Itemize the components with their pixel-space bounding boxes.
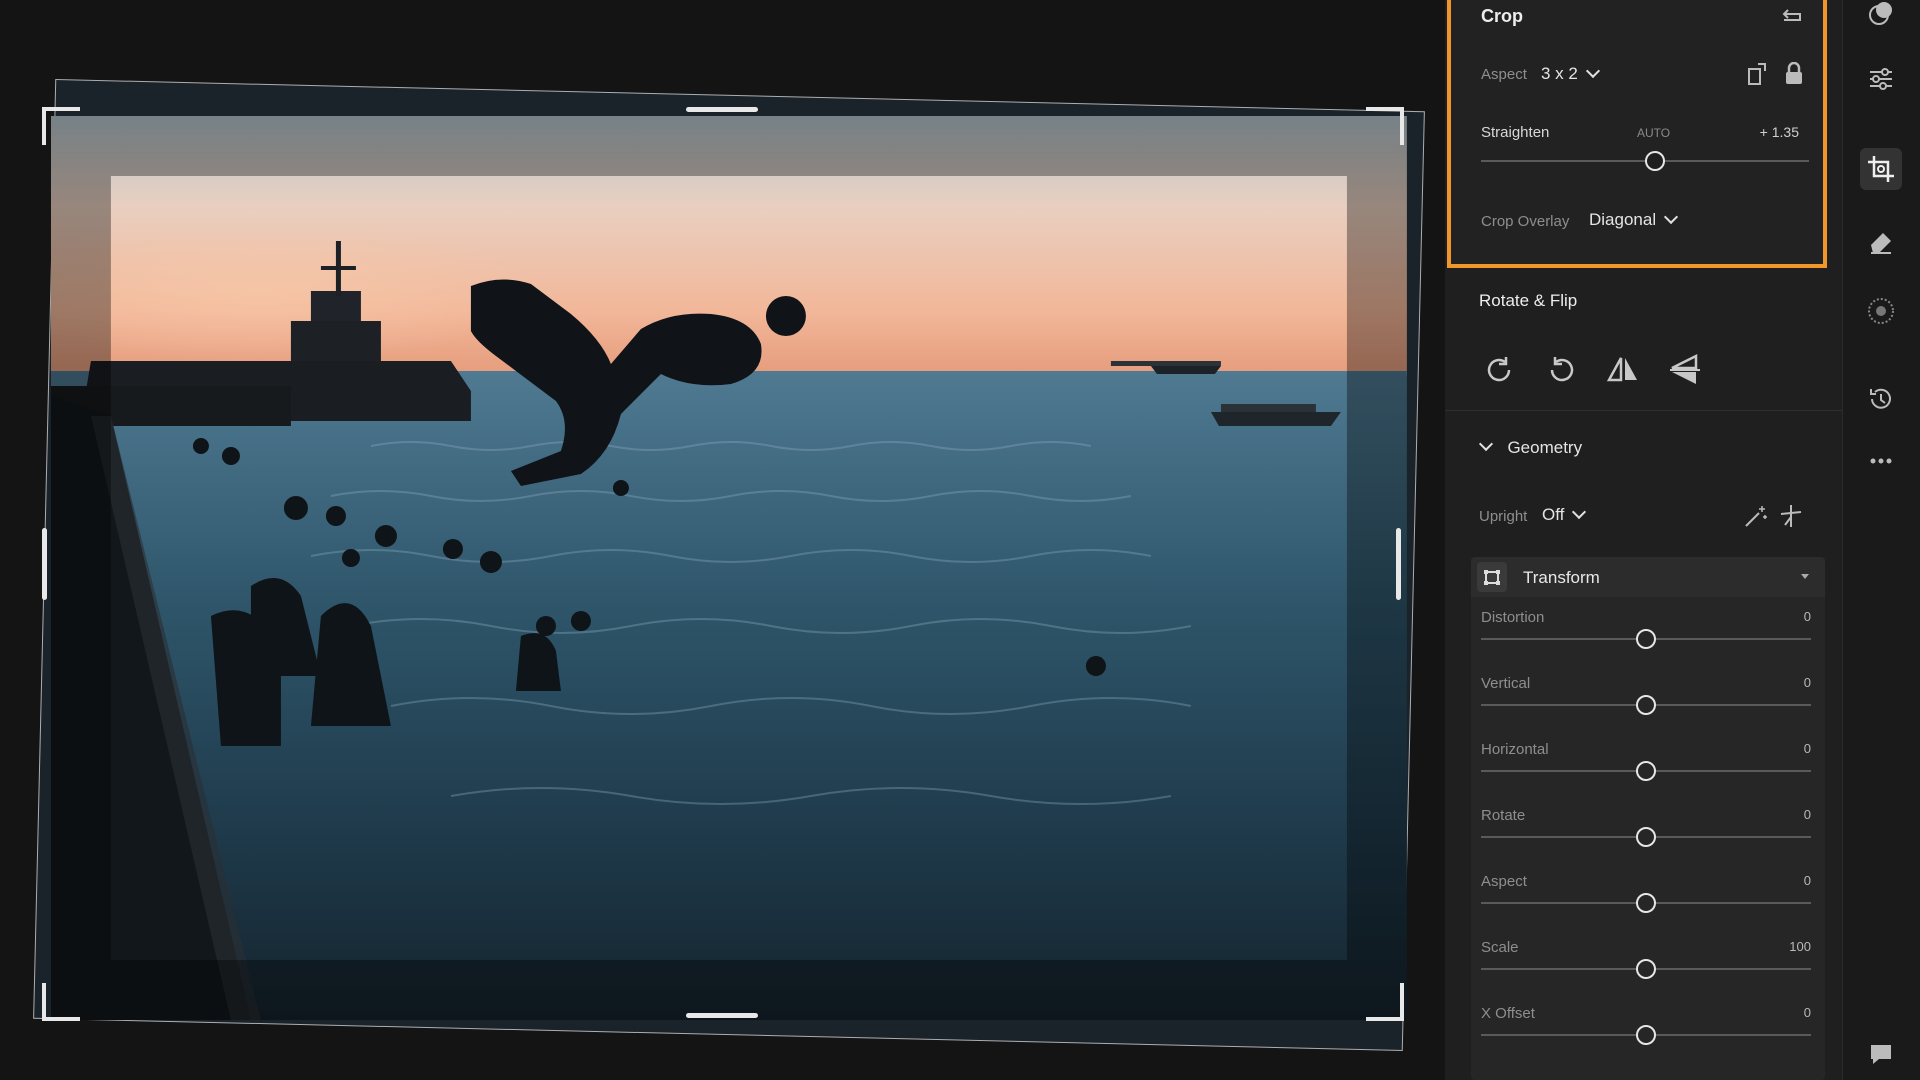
comments-icon[interactable] (1860, 1033, 1902, 1075)
transform-slider-row: X Offset 0 (1471, 1005, 1825, 1065)
geometry-header[interactable]: Geometry (1478, 436, 1583, 462)
crop-handle-bottom[interactable] (686, 1013, 758, 1018)
chevron-down-icon (1478, 436, 1494, 452)
slider-value[interactable]: 0 (1731, 741, 1811, 756)
chevron-down-icon (1572, 504, 1587, 520)
crop-handle-left[interactable] (42, 528, 47, 600)
crop-handle-bottom-left[interactable] (42, 983, 80, 1021)
slider-label: Rotate (1481, 807, 1526, 824)
slider-label: Aspect (1481, 873, 1527, 890)
tool-strip (1842, 0, 1920, 1080)
slider-thumb[interactable] (1636, 695, 1656, 715)
slider-value[interactable]: 100 (1731, 939, 1811, 954)
transform-slider-row: Aspect 0 (1471, 873, 1825, 933)
flip-vertical-icon[interactable] (1665, 350, 1705, 390)
slider-value[interactable]: 0 (1731, 807, 1811, 822)
section-divider (1445, 410, 1842, 411)
crop-handle-right[interactable] (1396, 528, 1401, 600)
caret-down-icon[interactable] (1801, 574, 1809, 579)
upright-dropdown[interactable]: Off (1542, 504, 1587, 525)
slider-value[interactable]: 0 (1731, 609, 1811, 624)
slider-label: Scale (1481, 939, 1519, 956)
slider-thumb[interactable] (1636, 629, 1656, 649)
straighten-label: Straighten (1481, 124, 1550, 141)
slider-label: Distortion (1481, 609, 1545, 626)
crop-icon[interactable] (1860, 148, 1902, 190)
straighten-auto-button[interactable]: AUTO (1637, 126, 1670, 140)
upright-label: Upright (1479, 508, 1528, 525)
edit-sliders-icon[interactable] (1860, 58, 1902, 100)
transform-title: Transform (1523, 568, 1600, 587)
aspect-label: Aspect (1481, 66, 1527, 83)
slider-value[interactable]: 0 (1731, 675, 1811, 690)
slider-thumb[interactable] (1636, 959, 1656, 979)
aspect-value: 3 x 2 (1541, 64, 1578, 83)
upright-value: Off (1542, 505, 1565, 524)
slider-thumb[interactable] (1636, 893, 1656, 913)
more-icon[interactable] (1860, 440, 1902, 482)
rotate-clockwise-icon[interactable] (1479, 350, 1519, 390)
lock-icon[interactable] (1783, 61, 1805, 86)
rotate-counterclockwise-icon[interactable] (1542, 350, 1582, 390)
transform-slider-row: Scale 100 (1471, 939, 1825, 999)
slider-value[interactable]: 0 (1731, 1005, 1811, 1020)
crop-handle-bottom-right[interactable] (1366, 983, 1404, 1021)
masking-icon[interactable] (1860, 0, 1902, 34)
transform-group: Transform Distortion 0 Vertical 0 Horizontal… (1471, 557, 1825, 1080)
crop-title: Crop (1481, 6, 1523, 26)
crop-handle-top-right[interactable] (1366, 107, 1404, 145)
slider-thumb[interactable] (1636, 827, 1656, 847)
slider-label: X Offset (1481, 1005, 1535, 1022)
reset-crop-icon[interactable] (1779, 6, 1805, 28)
straighten-value[interactable]: + 1.35 (1699, 124, 1799, 140)
rotate-flip-title: Rotate & Flip (1479, 291, 1578, 310)
transform-slider-row: Rotate 0 (1471, 807, 1825, 867)
aspect-dropdown[interactable]: 3 x 2 (1541, 63, 1600, 84)
orientation-icon[interactable] (1746, 62, 1768, 86)
slider-value[interactable]: 0 (1731, 873, 1811, 888)
slider-thumb[interactable] (1636, 1025, 1656, 1045)
photo-canvas[interactable] (0, 0, 1445, 1080)
crop-handle-top[interactable] (686, 107, 758, 112)
crop-overlay-label: Crop Overlay (1481, 213, 1570, 230)
geometry-title: Geometry (1507, 438, 1583, 457)
healing-eraser-icon[interactable] (1860, 220, 1902, 262)
crop-section: Crop Aspect 3 x 2 Straighten AUTO + 1.35… (1447, 0, 1827, 268)
flip-horizontal-icon[interactable] (1603, 350, 1643, 390)
history-icon[interactable] (1860, 378, 1902, 420)
transform-header[interactable]: Transform (1471, 557, 1825, 597)
crop-overlay-dropdown[interactable]: Diagonal (1589, 209, 1679, 230)
slider-label: Horizontal (1481, 741, 1549, 758)
straighten-slider-thumb[interactable] (1644, 151, 1665, 171)
transform-slider-row: Horizontal 0 (1471, 741, 1825, 801)
transform-slider-row: Vertical 0 (1471, 675, 1825, 735)
transform-slider-row: Distortion 0 (1471, 609, 1825, 669)
auto-upright-wand-icon[interactable] (1743, 503, 1769, 529)
crop-handle-top-left[interactable] (42, 107, 80, 145)
guided-upright-icon[interactable] (1778, 503, 1804, 529)
photo-image (50, 115, 1407, 1020)
red-eye-icon[interactable] (1860, 290, 1902, 332)
transform-icon (1477, 562, 1507, 592)
slider-label: Vertical (1481, 675, 1531, 692)
crop-frame[interactable] (33, 78, 1425, 1052)
chevron-down-icon (1585, 63, 1600, 79)
chevron-down-icon (1664, 209, 1679, 225)
edit-panel: Crop Aspect 3 x 2 Straighten AUTO + 1.35… (1445, 0, 1842, 1080)
slider-thumb[interactable] (1636, 761, 1656, 781)
crop-overlay-value: Diagonal (1589, 210, 1657, 229)
